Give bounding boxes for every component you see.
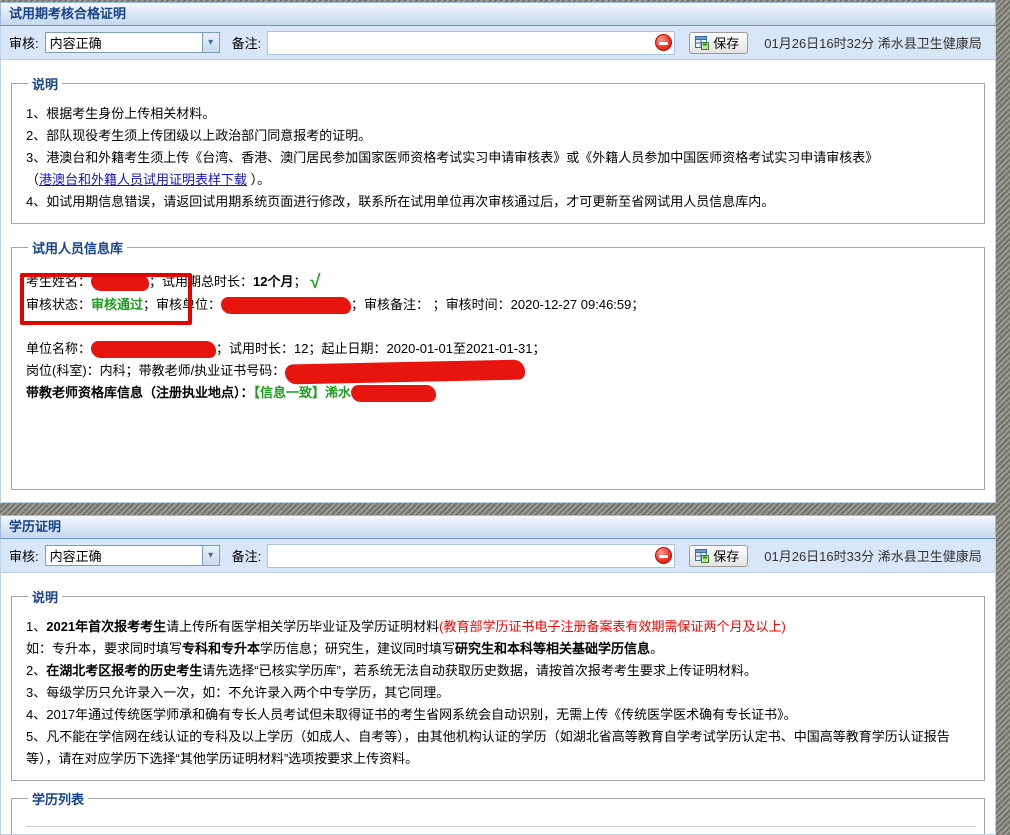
- remove-icon[interactable]: [655, 547, 673, 564]
- review-select[interactable]: 内容正确 ▾: [44, 545, 220, 566]
- instruction-item: 2、在湖北考区报考的历史考生请先选择“已核实学历库”，若系统无法自动获取历史数据…: [26, 660, 976, 682]
- candidate-name-line: 考生姓名： ；试用期总时长：12个月； √: [26, 271, 976, 294]
- note-label: 备注:: [231, 36, 262, 51]
- sample-download-link[interactable]: 港澳台和外籍人员试用证明表样下载: [39, 172, 247, 187]
- redaction-mark: [221, 297, 352, 315]
- field-text: ；审核备注： ；审核时间：2020-12-27 09:46:59；: [351, 297, 645, 312]
- instruction-item: 4、2017年通过传统医学师承和确有专长人员考试但未取得证书的考生省网系统会自动…: [26, 707, 797, 722]
- probation-certificate-section: 试用期考核合格证明 审核: 内容正确 ▾ 备注: 保存 01月26日16时32分…: [0, 2, 996, 503]
- save-icon: [695, 548, 710, 563]
- instruction-item: 3、每级学历只允许录入一次，如：不允许录入两个中专学历，其它同理。: [26, 685, 450, 700]
- review-select-value: 内容正确: [49, 36, 102, 51]
- note-label: 备注:: [231, 549, 262, 564]
- paren-text: ）。: [247, 172, 271, 187]
- chevron-down-icon[interactable]: ▾: [201, 33, 219, 52]
- degree-list-fieldset: 学历列表 大专 学历证明材料:电子注册备案表 毕业证 查看学信网结果: [11, 789, 985, 834]
- probation-instructions-fieldset: 说明 1、根据考生身份上传相关材料。 2、部队现役考生须上传团级以上政治部门同意…: [11, 74, 985, 224]
- field-text: ；试用期总时长：: [149, 274, 254, 289]
- item-text: 。: [650, 641, 664, 656]
- field-label: 审核状态：: [26, 297, 92, 312]
- save-button[interactable]: 保存: [689, 31, 749, 54]
- save-button-label: 保存: [713, 36, 740, 51]
- save-button[interactable]: 保存: [689, 544, 749, 567]
- field-label: 考生姓名：: [26, 274, 92, 289]
- post-teacher-line: 岗位(科室)：内科；带教老师/执业证书号码：: [26, 359, 976, 385]
- redaction-mark: [285, 359, 526, 385]
- match-status-text: 【信息一致】浠水: [253, 385, 352, 400]
- item-text: 请上传所有医学相关学历毕业证及学历证明材料: [166, 619, 440, 634]
- note-input[interactable]: [268, 32, 656, 53]
- warning-text: (教育部学历证书电子注册备案表有效期需保证两个月及以上): [439, 619, 786, 634]
- degree-list-legend: 学历列表: [32, 792, 85, 807]
- chevron-down-icon[interactable]: ▾: [201, 546, 219, 565]
- teacher-qualification-line: 带教老师资格库信息（注册执业地点）：【信息一致】浠水: [26, 382, 976, 404]
- section-title-text: 试用期考核合格证明: [9, 6, 127, 21]
- emphasis-text: 专科和专升本: [182, 641, 261, 656]
- review-select-value: 内容正确: [49, 549, 102, 564]
- redaction-mark: [91, 274, 150, 292]
- instruction-item: 1、2021年首次报考考生请上传所有医学相关学历毕业证及学历证明材料(教育部学历…: [26, 616, 976, 638]
- field-label: 带教老师资格库信息（注册执业地点）：: [26, 385, 254, 400]
- paren-text: （: [26, 172, 40, 187]
- save-button-label: 保存: [713, 549, 740, 564]
- trainee-info-legend: 试用人员信息库: [32, 241, 124, 256]
- review-select[interactable]: 内容正确 ▾: [44, 32, 220, 53]
- emphasis-text: 2021年首次报考考生: [46, 619, 167, 634]
- degree-table: 大专 学历证明材料:电子注册备案表 毕业证 查看学信网结果: [26, 826, 976, 834]
- audit-timestamp: 01月26日16时33分 浠水县卫生健康局: [764, 549, 982, 564]
- redaction-mark: [351, 385, 437, 403]
- remove-icon[interactable]: [655, 34, 673, 51]
- degree-audit-bar: 审核: 内容正确 ▾ 备注: 保存 01月26日16时33分 浠水县卫生健康局: [0, 539, 996, 573]
- instructions-legend: 说明: [32, 77, 59, 92]
- status-badge: 审核通过: [91, 297, 144, 312]
- instruction-item: （港澳台和外籍人员试用证明表样下载 ）。: [26, 169, 976, 191]
- instruction-item: 1、根据考生身份上传相关材料。: [26, 106, 216, 121]
- review-label: 审核:: [9, 549, 39, 564]
- audit-timestamp: 01月26日16时32分 浠水县卫生健康局: [764, 36, 982, 51]
- emphasis-text: 在湖北考区报考的历史考生: [46, 663, 203, 678]
- save-icon: [695, 35, 710, 50]
- note-input-wrap: [267, 543, 676, 568]
- audit-status-line: 审核状态：审核通过；审核单位： ；审核备注： ；审核时间：2020-12-27 0…: [26, 294, 976, 316]
- field-text: 岗位(科室)：内科；带教老师/执业证书号码：: [26, 363, 286, 378]
- probation-audit-bar: 审核: 内容正确 ▾ 备注: 保存 01月26日16时32分 浠水县卫生健康局: [0, 26, 996, 60]
- emphasis-text: 研究生和本科等相关基础学历信息: [455, 641, 651, 656]
- instructions-legend: 说明: [32, 590, 59, 605]
- instruction-item: 2、部队现役考生须上传团级以上政治部门同意报考的证明。: [26, 128, 372, 143]
- field-text: ；审核单位：: [143, 297, 222, 312]
- item-text: 如：专升本，要求同时填写: [26, 641, 183, 656]
- degree-certificate-section: 学历证明 审核: 内容正确 ▾ 备注: 保存 01月26日16时33分 浠水县卫…: [0, 515, 996, 835]
- note-input-wrap: [267, 30, 676, 55]
- degree-instructions-fieldset: 说明 1、2021年首次报考考生请上传所有医学相关学历毕业证及学历证明材料(教育…: [11, 587, 985, 781]
- redaction-mark: [91, 341, 217, 359]
- instruction-item: 如：专升本，要求同时填写专科和专升本学历信息；研究生，建议同时填写研究生和本科等…: [26, 638, 976, 660]
- section-title-text: 学历证明: [9, 519, 62, 534]
- item-text: 学历信息；研究生，建议同时填写: [260, 641, 456, 656]
- field-text: ；试用时长：12；起止日期：2020-01-01至2021-01-31；: [216, 341, 546, 356]
- probation-duration-value: 12个月: [253, 274, 294, 289]
- review-label: 审核:: [9, 36, 39, 51]
- instruction-item: 4、如试用期信息错误，请返回试用期系统页面进行修改，联系所在试用单位再次审核通过…: [26, 194, 775, 209]
- note-input[interactable]: [268, 545, 656, 566]
- page-content: 试用期考核合格证明 审核: 内容正确 ▾ 备注: 保存 01月26日16时32分…: [0, 2, 996, 835]
- instruction-item: 3、港澳台和外籍考生须上传《台湾、香港、澳门居民参加国家医师资格考试实习申请审核…: [26, 150, 879, 165]
- item-number: 2、: [26, 663, 47, 678]
- section-divider: [0, 503, 996, 515]
- degree-section-title: 学历证明: [0, 515, 996, 539]
- probation-section-title: 试用期考核合格证明: [0, 2, 996, 26]
- field-label: 单位名称：: [26, 341, 92, 356]
- item-text: 请先选择“已核实学历库”，若系统无法自动获取历史数据，请按首次报考考生要求上传证…: [202, 663, 757, 678]
- degree-panel-body: 说明 1、2021年首次报考考生请上传所有医学相关学历毕业证及学历证明材料(教育…: [0, 573, 996, 835]
- item-number: 1、: [26, 619, 47, 634]
- probation-panel-body: 说明 1、根据考生身份上传相关材料。 2、部队现役考生须上传团级以上政治部门同意…: [0, 60, 996, 503]
- unit-info-line: 单位名称： ；试用时长：12；起止日期：2020-01-01至2021-01-31…: [26, 338, 976, 360]
- instruction-item: 5、凡不能在学信网在线认证的专科及以上学历（如成人、自考等），由其他机构认证的学…: [26, 729, 950, 766]
- trainee-info-fieldset: 试用人员信息库 考生姓名： ；试用期总时长：12个月； √ 审核状态：审核通过；审…: [11, 238, 985, 490]
- check-icon: √: [310, 272, 321, 293]
- field-text: ；: [293, 274, 307, 289]
